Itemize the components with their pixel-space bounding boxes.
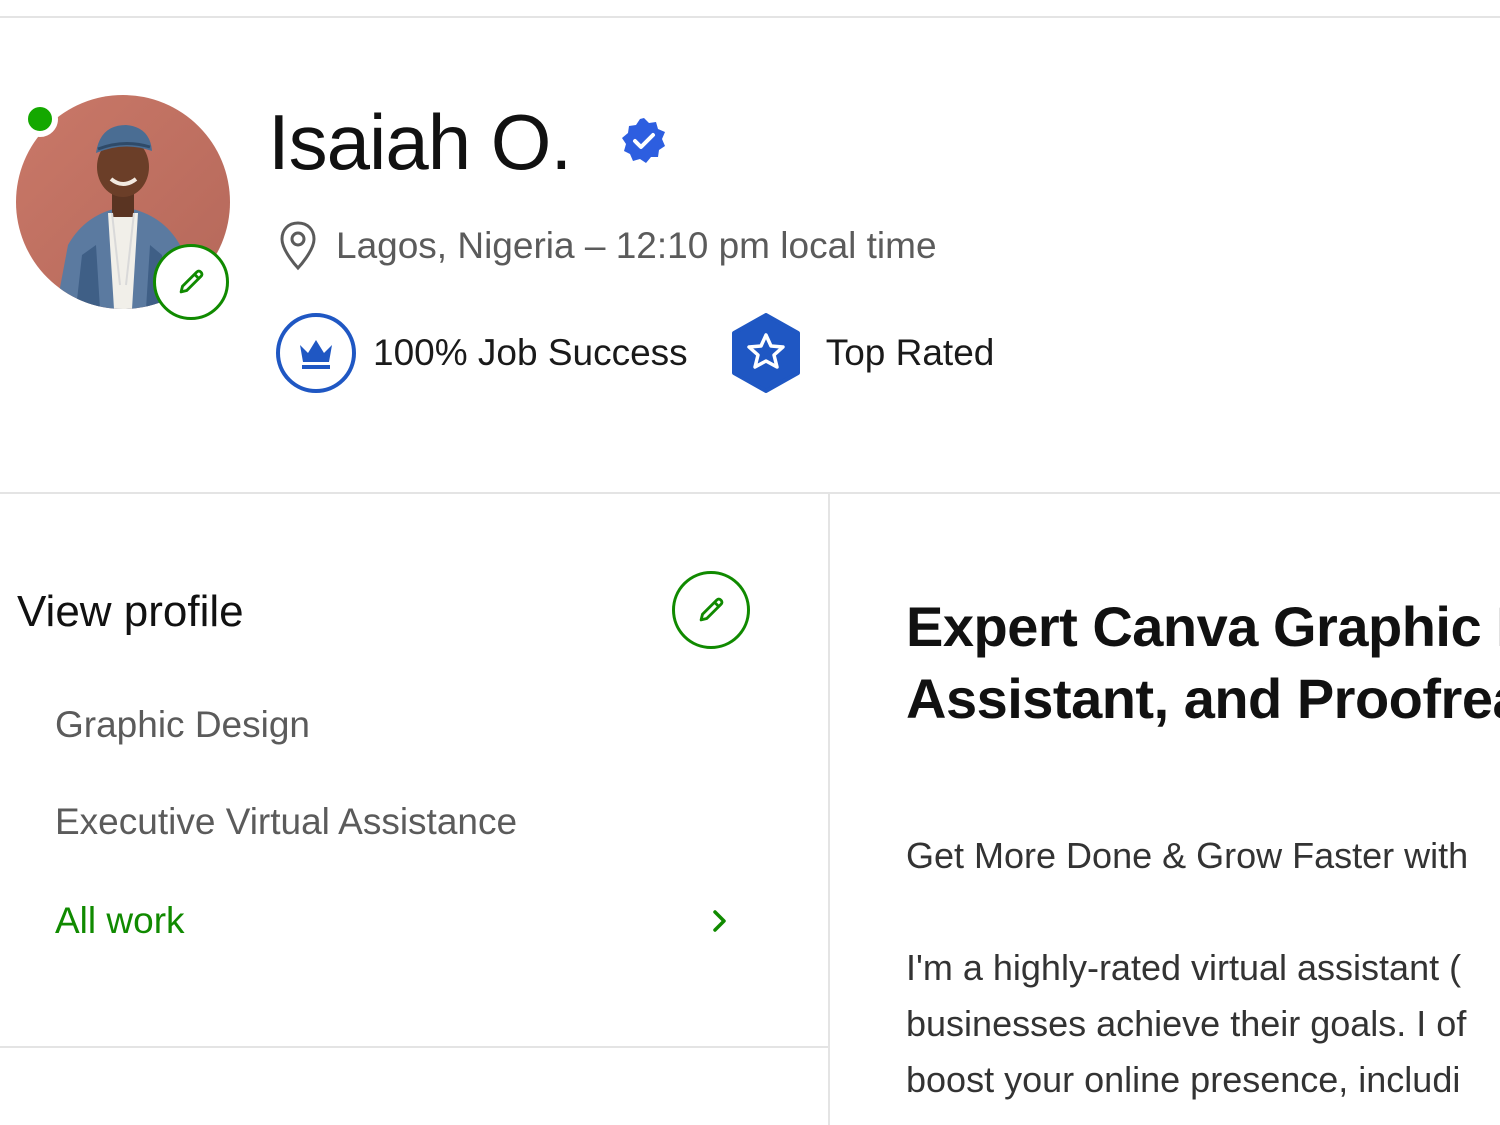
all-work-link[interactable]: All work xyxy=(55,898,730,944)
bio-line: boost your online presence, includi xyxy=(906,1059,1461,1100)
profile-title-line: Expert Canva Graphic I xyxy=(906,595,1500,658)
column-divider xyxy=(828,492,830,1125)
pencil-icon xyxy=(179,269,204,294)
pencil-icon xyxy=(699,597,724,622)
sidebar-divider xyxy=(0,1046,829,1048)
online-status-dot xyxy=(22,101,58,137)
edit-profile-button[interactable] xyxy=(672,571,750,649)
specialty-graphic-design[interactable]: Graphic Design xyxy=(55,704,310,746)
verified-badge-icon xyxy=(622,118,665,163)
location-text: Lagos, Nigeria – 12:10 pm local time xyxy=(336,225,937,266)
edit-photo-button[interactable] xyxy=(153,244,229,320)
freelancer-name: Isaiah O. xyxy=(268,98,572,186)
bio-line: businesses achieve their goals. I of xyxy=(906,1003,1467,1044)
star-badge-icon xyxy=(731,313,800,393)
profile-bio: I'm a highly-rated virtual assistant ( b… xyxy=(906,940,1466,1108)
location-pin-icon xyxy=(280,221,316,271)
specialty-executive-virtual-assistance[interactable]: Executive Virtual Assistance xyxy=(55,801,517,843)
view-profile-heading: View profile xyxy=(17,587,244,636)
chevron-right-icon xyxy=(713,910,726,932)
profile-intro: Get More Done & Grow Faster with xyxy=(906,835,1469,876)
job-success-label: 100% Job Success xyxy=(373,332,688,373)
all-work-label: All work xyxy=(55,900,185,941)
avatar-container xyxy=(16,95,230,320)
header-divider xyxy=(0,492,1500,494)
top-divider xyxy=(0,16,1500,18)
badges-row: 100% Job Success Top Rated xyxy=(275,311,994,395)
top-rated-label: Top Rated xyxy=(825,332,995,373)
bio-line: I'm a highly-rated virtual assistant ( xyxy=(906,947,1462,988)
profile-title-line: Assistant, and Proofrea xyxy=(906,667,1500,730)
profile-title: Expert Canva Graphic I Assistant, and Pr… xyxy=(906,591,1500,735)
location-row: Lagos, Nigeria – 12:10 pm local time xyxy=(278,220,937,272)
crown-icon xyxy=(276,313,356,393)
